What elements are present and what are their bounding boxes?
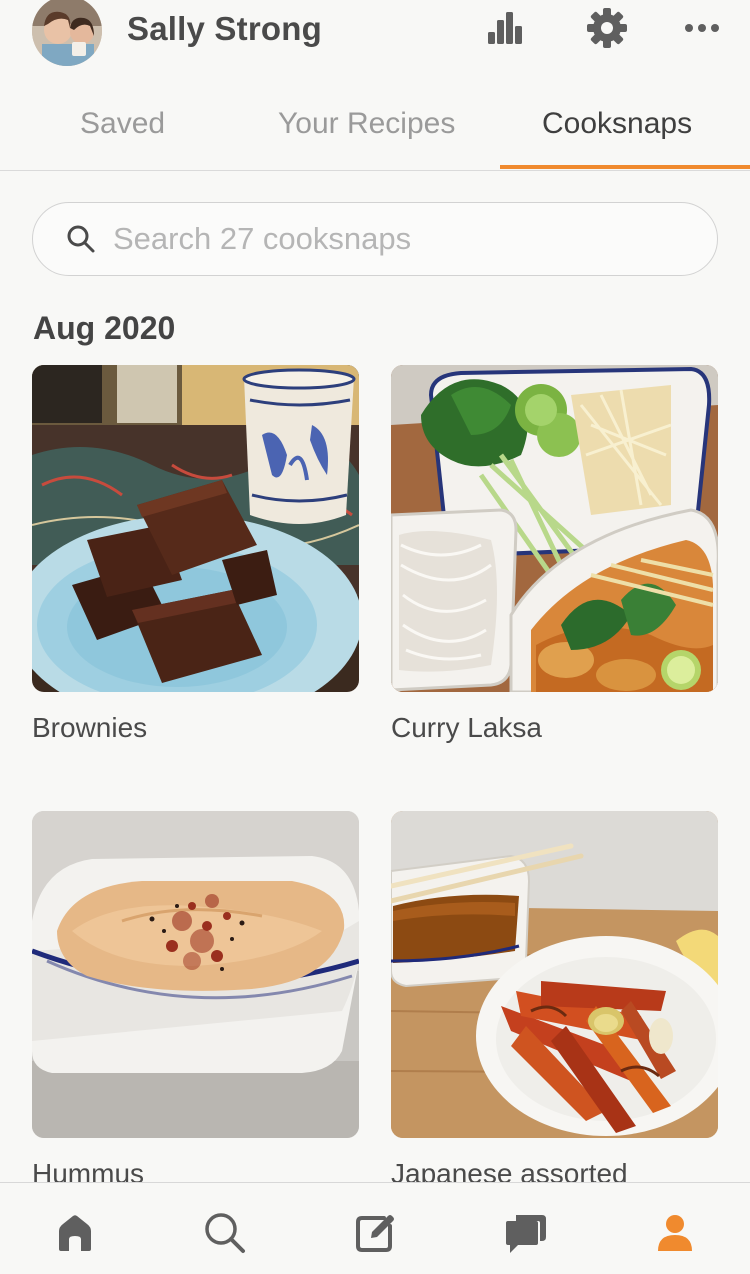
cooksnap-card[interactable]: Brownies bbox=[32, 365, 359, 744]
section-date-heading: Aug 2020 bbox=[33, 310, 176, 346]
tab-saved[interactable]: Saved bbox=[80, 107, 165, 141]
more-icon[interactable] bbox=[680, 6, 724, 50]
search-icon[interactable] bbox=[195, 1203, 255, 1263]
cooksnap-card[interactable]: Japanese assorted bbox=[391, 811, 718, 1190]
cooksnap-photo[interactable] bbox=[391, 365, 718, 692]
search-icon bbox=[67, 225, 95, 253]
cooksnap-photo[interactable] bbox=[391, 811, 718, 1138]
avatar[interactable] bbox=[32, 0, 102, 66]
search-bar[interactable] bbox=[32, 202, 718, 276]
bottom-navigation bbox=[0, 1182, 750, 1274]
active-tab-indicator bbox=[500, 165, 750, 169]
cooksnap-photo[interactable] bbox=[32, 811, 359, 1138]
cooksnap-title[interactable]: Brownies bbox=[32, 712, 359, 744]
cooksnap-card[interactable]: Hummus bbox=[32, 811, 359, 1190]
cooksnap-title[interactable]: Curry Laksa bbox=[391, 712, 718, 744]
cooksnap-photo[interactable] bbox=[32, 365, 359, 692]
compose-icon[interactable] bbox=[345, 1203, 405, 1263]
profile-name: Sally Strong bbox=[127, 10, 322, 47]
profile-header: Sally Strong bbox=[0, 0, 750, 66]
app-screen: Sally Strong Saved Your Recipes Cooksnap… bbox=[0, 0, 750, 1274]
cooksnap-card[interactable]: Curry Laksa bbox=[391, 365, 718, 744]
gear-icon[interactable] bbox=[585, 6, 629, 50]
home-icon[interactable] bbox=[45, 1203, 105, 1263]
stats-icon[interactable] bbox=[483, 6, 527, 50]
profile-icon[interactable] bbox=[645, 1203, 705, 1263]
chat-icon[interactable] bbox=[495, 1203, 555, 1263]
tab-your-recipes[interactable]: Your Recipes bbox=[278, 107, 455, 141]
tab-cooksnaps[interactable]: Cooksnaps bbox=[542, 107, 692, 141]
profile-tabs: Saved Your Recipes Cooksnaps bbox=[0, 95, 750, 171]
search-input[interactable] bbox=[113, 213, 693, 265]
